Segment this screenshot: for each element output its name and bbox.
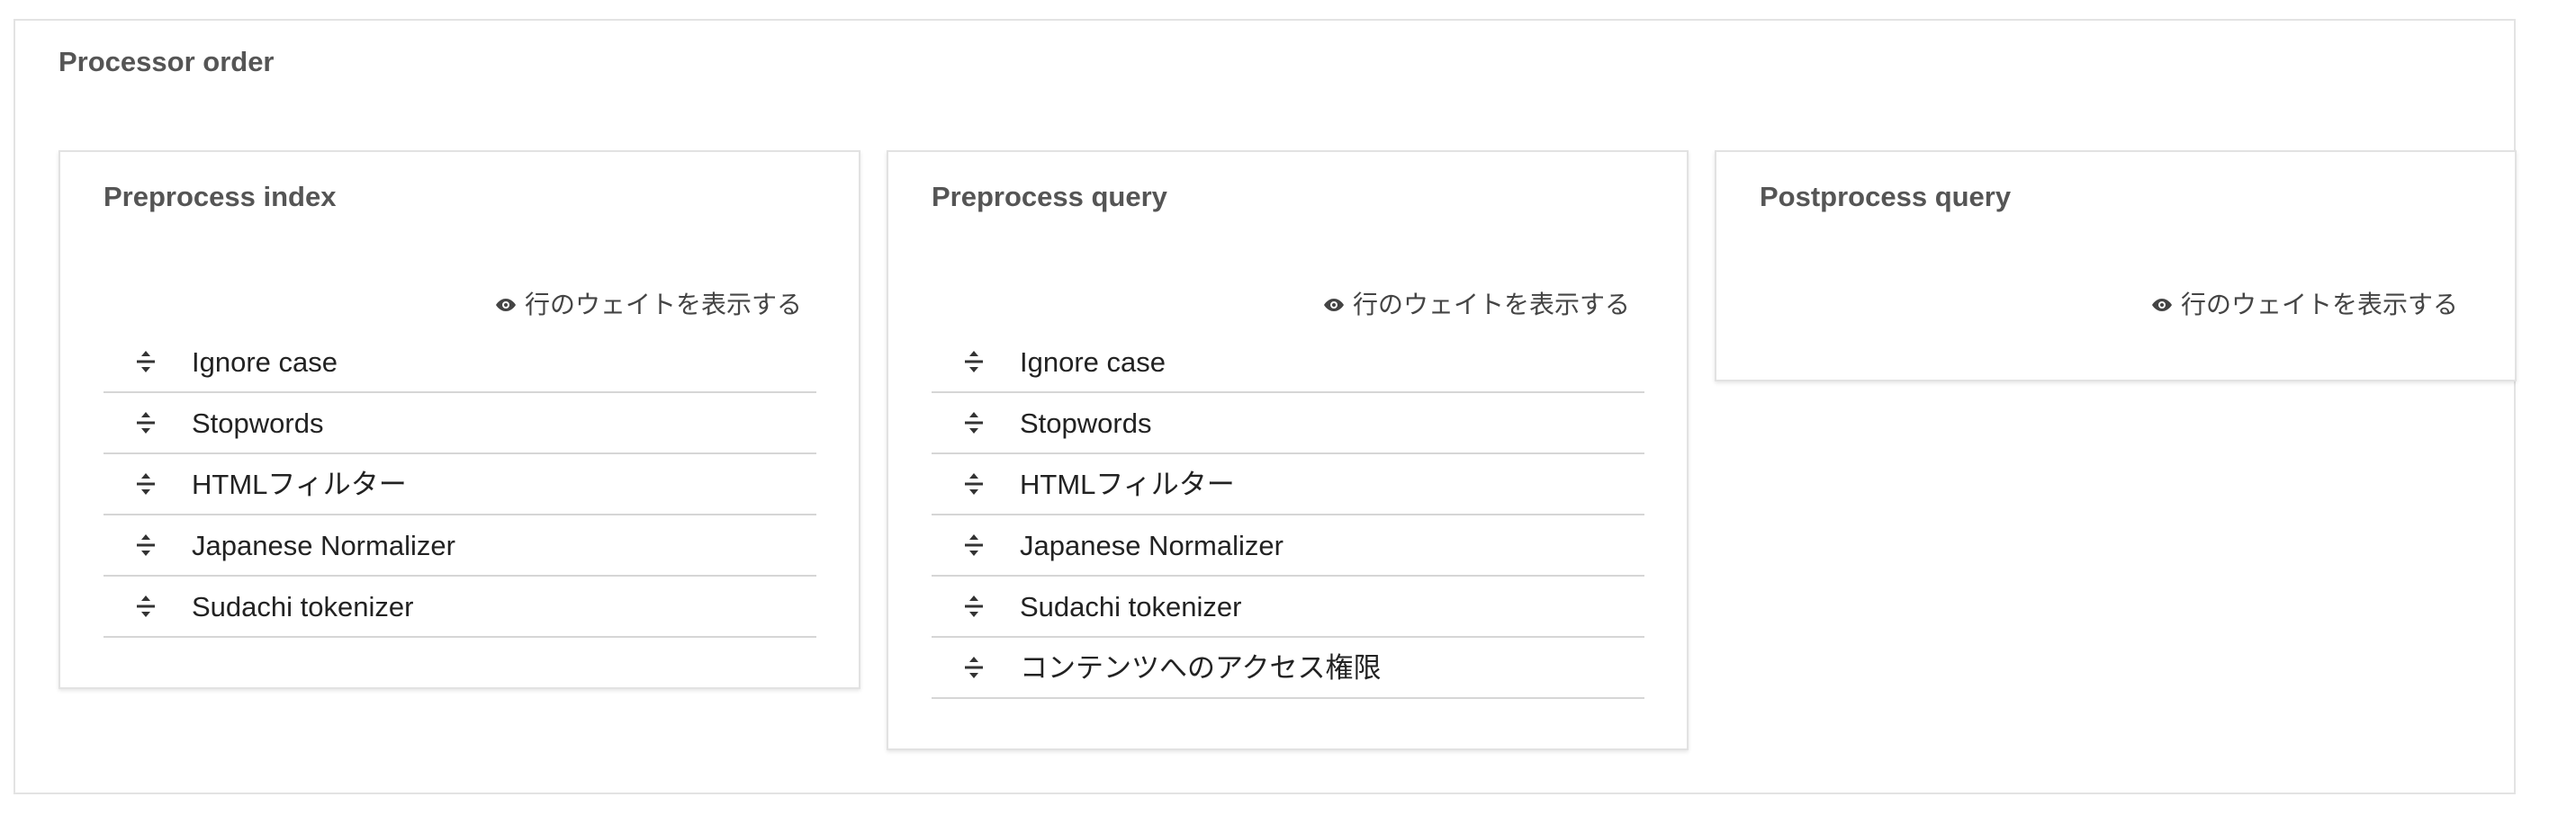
postprocess-query-card: Postprocess query 行のウェイトを表示する [1715, 150, 2517, 381]
processor-label: HTMLフィルター [1020, 468, 1235, 500]
card-title: Postprocess query [1760, 181, 2012, 212]
preprocess-index-card: Preprocess index 行のウェイトを表示する Ignore case… [59, 150, 860, 689]
preprocess-query-card: Preprocess query 行のウェイトを表示する Ignore case… [887, 150, 1689, 750]
show-row-weights-label: 行のウェイトを表示する [524, 291, 802, 318]
processor-item[interactable]: Japanese Normalizer [104, 515, 816, 577]
processor-item[interactable]: Ignore case [932, 332, 1644, 393]
processor-item[interactable]: HTMLフィルター [932, 454, 1644, 515]
show-row-weights-toggle[interactable]: 行のウェイトを表示する [1322, 292, 1630, 318]
processor-item[interactable]: Japanese Normalizer [932, 515, 1644, 577]
processor-item[interactable]: Ignore case [104, 332, 816, 393]
show-row-weights-label: 行のウェイトを表示する [1352, 291, 1630, 318]
processor-item[interactable]: HTMLフィルター [104, 454, 816, 515]
show-row-weights-toggle[interactable]: 行のウェイトを表示する [2150, 292, 2458, 318]
eye-icon [1323, 299, 1344, 311]
processor-item[interactable]: コンテンツへのアクセス権限 [932, 638, 1644, 699]
drag-handle-icon[interactable] [960, 470, 987, 497]
show-row-weights-label: 行のウェイトを表示する [2180, 291, 2458, 318]
drag-handle-icon[interactable] [132, 532, 159, 559]
card-title: Preprocess query [932, 181, 1167, 212]
processor-list: Ignore case Stopwords HTMLフィルター Japanese… [104, 332, 816, 638]
processor-label: Sudachi tokenizer [192, 590, 414, 622]
drag-handle-icon[interactable] [960, 654, 987, 681]
drag-handle-icon[interactable] [132, 409, 159, 436]
drag-handle-icon[interactable] [132, 348, 159, 375]
processor-order-title: Processor order [59, 46, 275, 77]
processor-item[interactable]: Stopwords [932, 393, 1644, 454]
drag-handle-icon[interactable] [960, 409, 987, 436]
eye-icon [2151, 299, 2172, 311]
processor-order-panel: Processor order Preprocess index 行のウェイトを… [14, 19, 2517, 794]
processor-label: Japanese Normalizer [192, 529, 455, 561]
processor-label: Ignore case [1020, 345, 1166, 378]
processor-item[interactable]: Stopwords [104, 393, 816, 454]
processor-list: Ignore case Stopwords HTMLフィルター Japanese… [932, 332, 1644, 699]
drag-handle-icon[interactable] [960, 593, 987, 620]
processor-label: Stopwords [1020, 407, 1152, 439]
processor-label: Japanese Normalizer [1020, 529, 1283, 561]
processor-label: Sudachi tokenizer [1020, 590, 1242, 622]
drag-handle-icon[interactable] [132, 470, 159, 497]
processor-label: コンテンツへのアクセス権限 [1020, 651, 1382, 684]
processor-item[interactable]: Sudachi tokenizer [104, 577, 816, 638]
drag-handle-icon[interactable] [132, 593, 159, 620]
processor-label: HTMLフィルター [192, 468, 407, 500]
processor-label: Stopwords [192, 407, 324, 439]
eye-icon [495, 299, 516, 311]
card-title: Preprocess index [104, 181, 337, 212]
show-row-weights-toggle[interactable]: 行のウェイトを表示する [494, 292, 802, 318]
processor-label: Ignore case [192, 345, 338, 378]
processor-item[interactable]: Sudachi tokenizer [932, 577, 1644, 638]
drag-handle-icon[interactable] [960, 348, 987, 375]
drag-handle-icon[interactable] [960, 532, 987, 559]
